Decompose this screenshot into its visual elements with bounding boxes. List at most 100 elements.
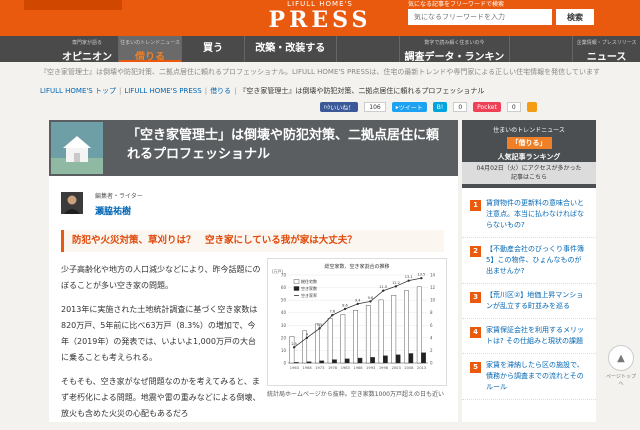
bar bbox=[416, 286, 422, 364]
x-tick-label: 1973 bbox=[315, 366, 324, 370]
vacancy-rate-label: 2.5 bbox=[291, 342, 297, 346]
breadcrumb-rent[interactable]: 借りる bbox=[210, 87, 231, 95]
breadcrumb-press[interactable]: LIFULL HOME'S PRESS bbox=[124, 87, 201, 95]
y-tick-label: 60 bbox=[281, 285, 287, 290]
ranking-link[interactable]: 賃貸物件の更新料の意味合いと注意点。本当に払わなければならないもの? bbox=[486, 198, 588, 231]
legend-swatch bbox=[293, 279, 300, 284]
nav-sub-label: 数字で読み解く住まいの今 bbox=[424, 40, 485, 46]
page-top-button[interactable]: ▲ ページトップへ bbox=[604, 345, 638, 387]
nav-sub-label: 専門家が語る bbox=[71, 40, 102, 46]
ranking-item[interactable]: 3 【荒川区②】地価上昇マンションが乱立する町並みを巡る bbox=[462, 288, 596, 319]
x-tick-label: 2013 bbox=[417, 366, 426, 370]
bar bbox=[365, 305, 371, 364]
vacancy-rate-point bbox=[420, 276, 423, 280]
y2-tick-label: 12 bbox=[430, 285, 436, 290]
tweet-button[interactable]: ▸ ツイート bbox=[391, 102, 427, 112]
hatena-bookmark-button[interactable]: B! bbox=[432, 102, 448, 112]
vacancy-rate-label: 9.8 bbox=[368, 296, 374, 300]
vacancy-rate-point bbox=[343, 307, 347, 311]
ranking-link[interactable]: 家賃保証会社を利用するメリットは? その仕組みと現状の課題 bbox=[486, 325, 588, 347]
ranking-list: 1 賃貸物件の更新料の意味合いと注意点。本当に払わなければならないもの? 2 【不動… bbox=[462, 196, 596, 404]
bar bbox=[340, 314, 346, 364]
bar bbox=[408, 353, 414, 364]
top-header: LIFULL HOME'S PRESS 気になる記事をフリーワードで検索 検索 bbox=[0, 0, 640, 36]
nav-label: ニュース bbox=[586, 52, 627, 63]
ranking-item[interactable]: 5 家賃を滞納したら区の施設で、債務から調査までの流れとそのルール bbox=[462, 358, 596, 400]
vacancy-rate-point bbox=[394, 285, 398, 288]
header-tab[interactable] bbox=[24, 0, 122, 10]
rss-icon[interactable] bbox=[526, 102, 537, 112]
y-tick-label: 50 bbox=[281, 298, 287, 303]
ranking-link[interactable]: 【荒川区②】地価上昇マンションが乱立する町並みを巡る bbox=[486, 290, 588, 312]
bar bbox=[421, 352, 426, 364]
ranking-link[interactable]: 【不動産会社のびっくり事件簿5】この物件、ひょんなものが出ませんか? bbox=[486, 244, 588, 277]
y2-tick-label: 10 bbox=[430, 298, 436, 303]
vacancy-rate-point bbox=[318, 327, 321, 330]
social-share-bar: 👍︎ いいね！ 106 ▸ ツイート B! 0 Pocket 0 bbox=[320, 102, 537, 112]
nav-item-news[interactable]: 企業情報・プレスリリース ニュース bbox=[573, 36, 640, 63]
nav-item-buy[interactable]: 買う bbox=[182, 36, 245, 62]
figure-caption: 統計局ホームページから抜粋。空き家数1000万戸超えの日も近い bbox=[267, 391, 444, 398]
bar bbox=[327, 318, 333, 364]
y2-tick-label: 2 bbox=[430, 348, 433, 353]
y2-tick-label: 6 bbox=[430, 323, 433, 328]
breadcrumb-separator: | bbox=[234, 87, 237, 95]
y2-tick-label: 0 bbox=[430, 361, 433, 366]
article-body: 少子高齢化や地方の人口減少などにより、昨今話題にのぼることが多い空き家の問題。 … bbox=[61, 262, 261, 430]
nav-label: 買う bbox=[202, 43, 223, 54]
author-avatar[interactable] bbox=[61, 192, 83, 214]
vacancy-rate-point bbox=[369, 300, 372, 303]
rank-number: 1 bbox=[470, 200, 481, 211]
search-input[interactable] bbox=[408, 9, 552, 25]
nav-item-data-ranking[interactable]: 数字で読み解く住まいの今 調査データ・ランキング bbox=[400, 36, 511, 78]
breadcrumb-separator: | bbox=[118, 87, 122, 95]
breadcrumb-home[interactable]: LIFULL HOME'S トップ bbox=[40, 87, 116, 95]
pocket-button[interactable]: Pocket bbox=[473, 102, 501, 112]
ranking-item[interactable]: 1 賃貸物件の更新料の意味合いと注意点。本当に払わなければならないもの? bbox=[462, 196, 596, 238]
nav-item-blank-2[interactable] bbox=[510, 36, 574, 62]
main-nav: 専門家が語る オピニオン 住まいのトレンドニュース借りる 買う 改築・改装する 数… bbox=[0, 36, 640, 78]
press-logo[interactable]: PRESS bbox=[240, 7, 400, 33]
paragraph: 2013年に実施された土地統計調査に基づく空き家数は820万戸、5年前に比べ63… bbox=[61, 305, 258, 362]
sidebar-ranking: 住まいのトレンドニュース 「借りる」 人気記事ランキング 04月02日（火）にア… bbox=[462, 120, 596, 422]
article: 「空き家管理士」は倒壊や防犯対策、二拠点居住に頼れるプロフェッショナル 編集者・… bbox=[49, 120, 458, 422]
nav-sub-label: 住まいのトレンドニュース bbox=[120, 40, 180, 46]
nav-item-renovate[interactable]: 改築・改装する bbox=[245, 36, 337, 62]
legend-label: 空き家数 bbox=[301, 285, 317, 291]
bar bbox=[404, 290, 409, 364]
author-name-link[interactable]: 瀬脇祐樹 bbox=[95, 204, 131, 217]
vacancy-rate-point bbox=[407, 279, 410, 282]
section-heading: 防犯や火災対策、草刈りは？ 空き家にしている我が家は大丈夫？ bbox=[61, 230, 444, 252]
nav-item-rent[interactable]: 住まいのトレンドニュース借りる bbox=[118, 36, 182, 63]
facebook-like-button[interactable]: 👍︎ いいね！ bbox=[320, 102, 359, 112]
y-tick-label: 0 bbox=[283, 361, 286, 366]
y-tick-label: 10 bbox=[281, 348, 287, 353]
x-tick-label: 2008 bbox=[404, 366, 414, 370]
vacancy-rate-label: 5.5 bbox=[317, 323, 323, 327]
ranking-subtitle: 住まいのトレンドニュース bbox=[493, 127, 565, 134]
rank-number: 5 bbox=[470, 362, 481, 373]
nav-label: 借りる bbox=[134, 52, 165, 63]
pocket-label: Pocket bbox=[477, 103, 497, 111]
vacancy-rate-label: 13.5 bbox=[417, 273, 425, 277]
ranking-item[interactable]: 2 【不動産会社のびっくり事件簿5】この物件、ひょんなものが出ませんか? bbox=[462, 242, 596, 284]
bar bbox=[391, 295, 397, 364]
ranking-item[interactable]: 4 家賃保証会社を利用するメリットは? その仕組みと現状の課題 bbox=[462, 323, 596, 354]
y-tick-label: 20 bbox=[281, 335, 287, 340]
bar bbox=[378, 299, 384, 364]
search-button[interactable]: 検索 bbox=[556, 9, 594, 25]
paragraph: そもそも、空き家がなぜ問題なのかを考えてみると、まず老朽化による問題。地震や雷の… bbox=[61, 377, 261, 418]
vacancy-chart-figure[interactable]: 総空家数、空き家割合の推移 (万戸) 0 10 20 30 40 50 60 70 0 2 4 6 8 1… bbox=[267, 258, 447, 386]
ranking-link[interactable]: 家賃を滞納したら区の施設で、債務から調査までの流れとそのルール bbox=[486, 360, 588, 393]
nav-item-blank-1[interactable] bbox=[337, 36, 400, 62]
vacancy-rate-label: 12.2 bbox=[392, 281, 400, 285]
breadcrumb: LIFULL HOME'S トップ | LIFULL HOME'S PRESS | 借り… bbox=[40, 86, 484, 96]
legend-swatch bbox=[293, 286, 300, 291]
legend-label: 空き家率 bbox=[301, 292, 317, 298]
y2-tick-label: 8 bbox=[430, 310, 433, 315]
chart-title: 総空家数、空き家割合の推移 bbox=[324, 263, 389, 270]
vacancy-rate-label: 7.6 bbox=[330, 310, 336, 314]
nav-item-opinion[interactable]: 専門家が語る オピニオン bbox=[56, 36, 119, 63]
bar bbox=[395, 354, 401, 364]
x-tick-label: 1988 bbox=[353, 366, 363, 370]
